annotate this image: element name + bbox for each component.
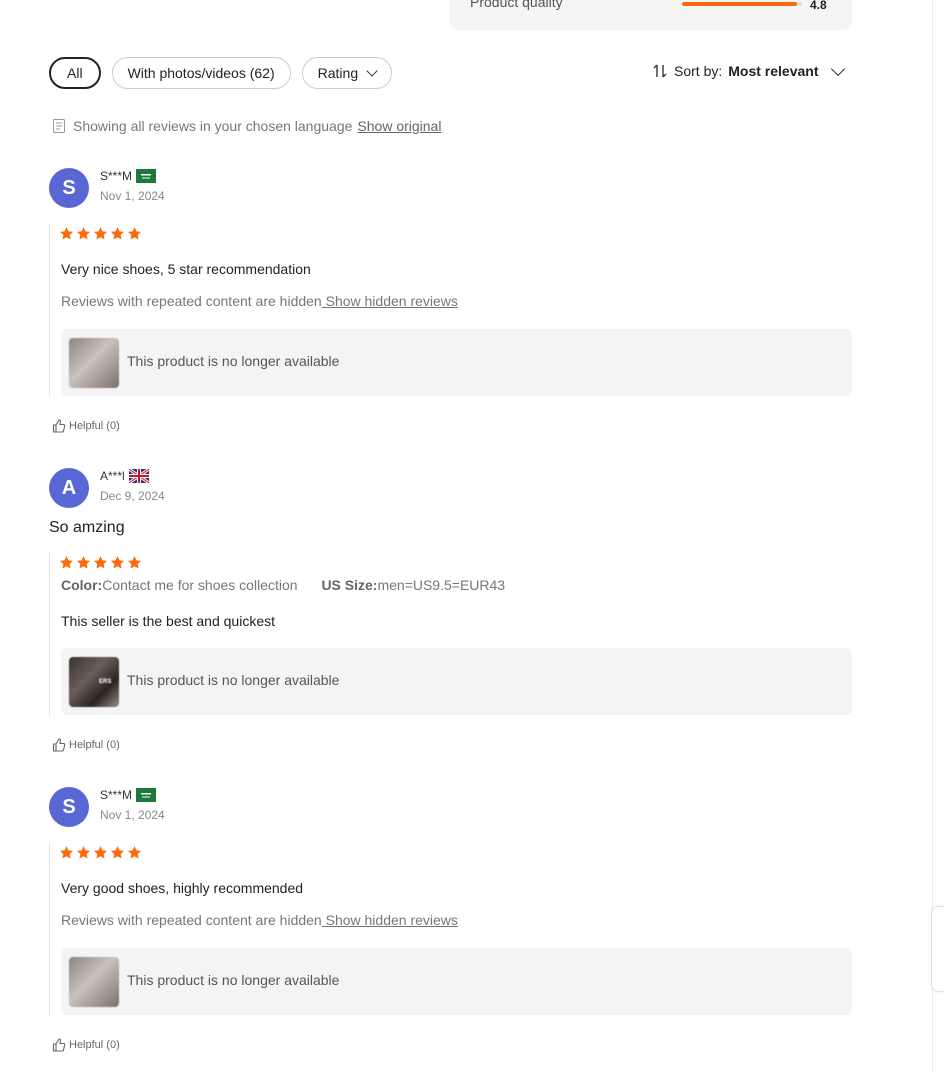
star-icon — [59, 227, 74, 240]
star-icon — [76, 556, 91, 569]
star-icon — [110, 846, 125, 859]
rating-category-label: Product quality — [470, 0, 563, 10]
thumbs-up-icon — [52, 1038, 66, 1052]
review-body: Color:Contact me for shoes collection US… — [49, 553, 852, 716]
review-item: A A***l Dec 9, 2024 So amzing Color:Cont… — [49, 468, 852, 758]
review-body: Very nice shoes, 5 star recommendation R… — [49, 224, 852, 396]
star-rating — [59, 845, 142, 860]
avatar: S — [49, 168, 89, 208]
product-card[interactable]: ERS This product is no longer available — [61, 648, 852, 715]
star-icon — [127, 556, 142, 569]
filter-all-button[interactable]: All — [49, 57, 101, 89]
star-icon — [110, 556, 125, 569]
size-attr-value: men=US9.5=EUR43 — [377, 577, 506, 593]
star-icon — [76, 846, 91, 859]
chevron-down-icon — [366, 65, 378, 77]
review-date: Nov 1, 2024 — [100, 189, 165, 203]
thumbs-up-icon — [52, 419, 66, 433]
product-thumbnail — [69, 957, 119, 1007]
helpful-label: Helpful (0) — [69, 739, 120, 751]
product-thumbnail — [69, 338, 119, 388]
star-rating — [59, 226, 142, 241]
language-notice: Showing all reviews in your chosen langu… — [52, 118, 441, 134]
star-icon — [110, 227, 125, 240]
saudi-flag-icon — [136, 788, 157, 802]
color-attr-value: Contact me for shoes collection — [102, 577, 298, 593]
filter-rating-label: Rating — [317, 65, 359, 81]
rating-summary-row: Product quality 4.8 — [450, 0, 852, 30]
review-text: This seller is the best and quickest — [61, 613, 275, 629]
language-notice-text: Showing all reviews in your chosen langu… — [73, 118, 353, 134]
review-text: Very nice shoes, 5 star recommendation — [61, 261, 311, 277]
review-item: S S***M Nov 1, 2024 Very nice shoes, 5 s… — [49, 168, 852, 438]
saudi-flag-icon — [136, 169, 157, 183]
helpful-button[interactable]: Helpful (0) — [52, 1038, 120, 1052]
review-filters: All With photos/videos (62) Rating — [49, 57, 393, 89]
filter-with-media-button[interactable]: With photos/videos (62) — [111, 57, 291, 89]
show-hidden-reviews-link[interactable]: Show hidden reviews — [322, 912, 458, 928]
star-icon — [127, 846, 142, 859]
helpful-button[interactable]: Helpful (0) — [52, 738, 120, 752]
thumbnail-caption: ERS — [99, 679, 112, 685]
chevron-down-icon — [830, 61, 845, 77]
uk-flag-icon — [128, 469, 149, 483]
review-date: Nov 1, 2024 — [100, 808, 165, 822]
product-card[interactable]: This product is no longer available — [61, 948, 852, 1015]
product-unavailable-text: This product is no longer available — [127, 672, 340, 688]
product-unavailable-text: This product is no longer available — [127, 972, 340, 988]
reviewer-name: S***M — [100, 169, 157, 183]
review-item: S S***M Nov 1, 2024 Very good shoes, hig… — [49, 787, 852, 1062]
star-icon — [93, 556, 108, 569]
star-icon — [93, 846, 108, 859]
product-thumbnail: ERS — [69, 657, 119, 707]
star-icon — [59, 846, 74, 859]
floating-side-widget[interactable] — [931, 906, 944, 992]
avatar: S — [49, 787, 89, 827]
hidden-reviews-note: Reviews with repeated content are hidden… — [61, 293, 458, 309]
review-headline: So amzing — [49, 519, 125, 536]
size-attr-label: US Size: — [321, 577, 378, 593]
star-icon — [59, 556, 74, 569]
helpful-button[interactable]: Helpful (0) — [52, 419, 120, 433]
avatar: A — [49, 468, 89, 508]
reviewer-name: A***l — [100, 469, 149, 483]
star-rating — [59, 555, 142, 570]
color-attr-label: Color: — [61, 577, 103, 593]
filter-rating-dropdown[interactable]: Rating — [301, 57, 393, 89]
rating-value: 4.8 — [810, 0, 827, 12]
reviewer-name: S***M — [100, 788, 157, 802]
sort-value: Most relevant — [728, 63, 819, 79]
show-hidden-reviews-link[interactable]: Show hidden reviews — [322, 293, 458, 309]
filter-with-media-label: With photos/videos (62) — [127, 65, 275, 81]
sort-label: Sort by: — [674, 63, 723, 79]
helpful-label: Helpful (0) — [69, 1039, 120, 1051]
sort-dropdown[interactable]: Sort by: Most relevant — [652, 61, 845, 79]
rating-progress-bar — [682, 2, 802, 6]
star-icon — [93, 227, 108, 240]
review-body: Very good shoes, highly recommended Revi… — [49, 843, 852, 1015]
helpful-label: Helpful (0) — [69, 420, 120, 432]
show-original-link[interactable]: Show original — [357, 118, 441, 134]
star-icon — [76, 227, 91, 240]
review-date: Dec 9, 2024 — [100, 489, 165, 503]
product-unavailable-text: This product is no longer available — [127, 353, 340, 369]
product-card[interactable]: This product is no longer available — [61, 329, 852, 396]
translate-icon — [53, 119, 65, 133]
sort-arrows-icon — [653, 64, 667, 78]
hidden-reviews-note: Reviews with repeated content are hidden… — [61, 912, 458, 928]
filter-all-label: All — [67, 65, 83, 81]
review-text: Very good shoes, highly recommended — [61, 880, 304, 896]
review-attributes: Color:Contact me for shoes collection US… — [61, 577, 505, 593]
thumbs-up-icon — [52, 738, 66, 752]
star-icon — [127, 227, 142, 240]
